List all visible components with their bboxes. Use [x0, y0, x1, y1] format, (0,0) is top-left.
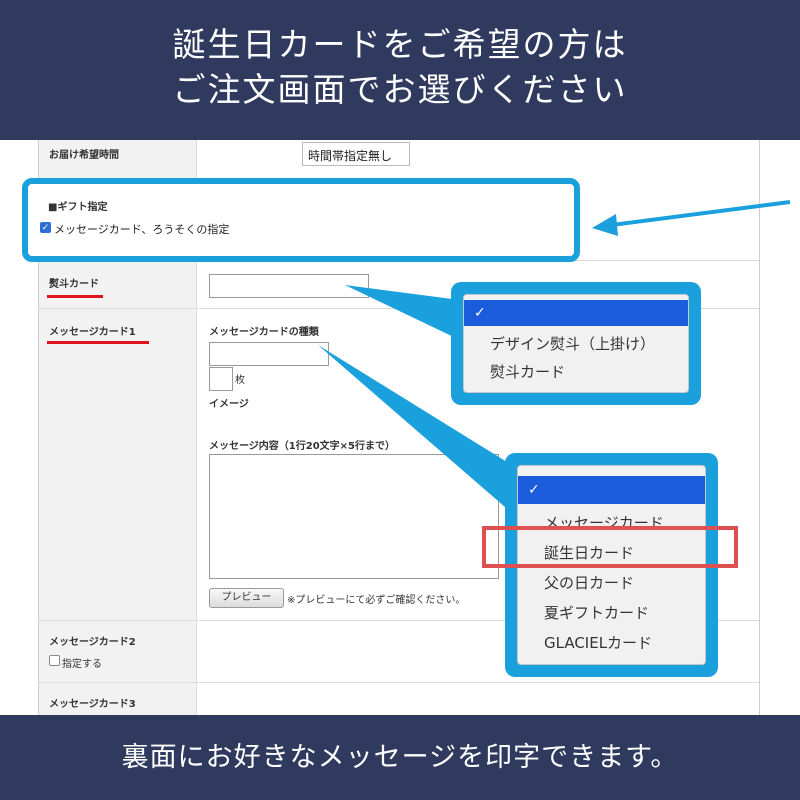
noshi-option-card[interactable]: 熨斗カード	[490, 361, 688, 382]
arrow-line	[611, 200, 791, 227]
arrow-head-icon	[592, 214, 618, 236]
footer-banner: 裏面にお好きなメッセージを印字できます。	[0, 715, 800, 800]
message-option-glaciel-card[interactable]: GLACIELカード	[544, 632, 705, 653]
noshi-option-design[interactable]: デザイン熨斗（上掛け）	[490, 333, 688, 354]
birthday-card-highlight	[482, 526, 738, 568]
message-option-summer-gift-card[interactable]: 夏ギフトカード	[544, 602, 705, 623]
noshi-dropdown-callout: ✓ デザイン熨斗（上掛け） 熨斗カード	[451, 282, 701, 405]
message-option-selected[interactable]: ✓	[518, 476, 705, 504]
message-option-fathers-day-card[interactable]: 父の日カード	[544, 572, 705, 593]
noshi-callout-wedge	[345, 285, 460, 340]
noshi-option-selected[interactable]: ✓	[464, 300, 688, 326]
noshi-dropdown-list: ✓ デザイン熨斗（上掛け） 熨斗カード	[463, 294, 689, 393]
